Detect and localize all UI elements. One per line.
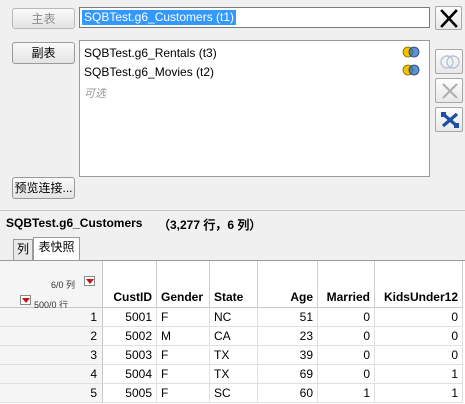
table-cell[interactable]: 5002 bbox=[103, 327, 157, 346]
column-header-label: Age bbox=[290, 290, 313, 304]
optional-hint: 可选 bbox=[84, 88, 106, 100]
table-cell[interactable]: 5003 bbox=[103, 346, 157, 365]
column-header-label: CustID bbox=[113, 290, 152, 304]
secondary-item[interactable]: SQBTest.g6_Rentals (t3) bbox=[84, 44, 217, 62]
table-cell[interactable]: F bbox=[157, 384, 210, 403]
table-cell[interactable]: 1 bbox=[318, 384, 375, 403]
table-cell[interactable]: F bbox=[157, 365, 210, 384]
column-header-label: Married bbox=[326, 290, 370, 304]
column-header-label: State bbox=[214, 290, 244, 304]
table-cell[interactable]: M bbox=[157, 327, 210, 346]
remove-all-button[interactable] bbox=[435, 107, 463, 132]
preview-join-button[interactable]: 预览连接... bbox=[12, 177, 75, 199]
remove-icon bbox=[442, 83, 458, 99]
table-cell[interactable]: F bbox=[157, 346, 210, 365]
table-cell[interactable]: 0 bbox=[318, 365, 375, 384]
table-cell[interactable]: 60 bbox=[258, 384, 318, 403]
data-grid[interactable]: 6/0 列 500/0 行 CustID Gender State Age Marrie… bbox=[0, 260, 465, 404]
cross-arrows-icon bbox=[441, 112, 459, 128]
primary-table-button[interactable]: 主表 bbox=[12, 8, 75, 29]
table-cell[interactable]: 0 bbox=[375, 346, 463, 365]
row-number[interactable]: 1 bbox=[0, 308, 103, 327]
table-cell[interactable]: 69 bbox=[258, 365, 318, 384]
secondary-table-list[interactable]: SQBTest.g6_Rentals (t3) SQBTest.g6_Movie… bbox=[79, 40, 430, 177]
secondary-item[interactable]: SQBTest.g6_Movies (t2) bbox=[84, 63, 214, 81]
table-cell[interactable]: 1 bbox=[375, 365, 463, 384]
primary-table-field[interactable]: SQBTest.g6_Customers (t1) bbox=[79, 7, 430, 28]
tab-snapshot[interactable]: 表快照 bbox=[33, 237, 80, 260]
column-header[interactable]: Married bbox=[318, 261, 375, 308]
row-menu-icon[interactable] bbox=[20, 295, 31, 305]
close-icon bbox=[440, 9, 458, 28]
divider bbox=[0, 210, 465, 211]
remove-table-button[interactable] bbox=[435, 78, 463, 103]
table-cell[interactable]: 5001 bbox=[103, 308, 157, 327]
table-cell[interactable]: 51 bbox=[258, 308, 318, 327]
venn-join-icon[interactable] bbox=[402, 64, 420, 76]
table-title: SQBTest.g6_Customers bbox=[6, 216, 143, 230]
table-cell[interactable]: 0 bbox=[375, 327, 463, 346]
grid-corner: 6/0 列 500/0 行 bbox=[0, 261, 103, 310]
column-header[interactable]: Gender bbox=[157, 261, 210, 308]
column-header[interactable]: KidsUnder12 bbox=[375, 261, 463, 308]
row-number[interactable]: 3 bbox=[0, 346, 103, 365]
table-cell[interactable]: F bbox=[157, 308, 210, 327]
table-cell[interactable]: 0 bbox=[318, 327, 375, 346]
table-cell[interactable]: 39 bbox=[258, 346, 318, 365]
secondary-table-button[interactable]: 副表 bbox=[12, 42, 75, 64]
join-settings-button[interactable] bbox=[435, 49, 463, 74]
table-cell[interactable]: TX bbox=[210, 365, 258, 384]
row-number[interactable]: 4 bbox=[0, 365, 103, 384]
table-cell[interactable]: 5004 bbox=[103, 365, 157, 384]
table-cell[interactable]: 0 bbox=[318, 308, 375, 327]
table-cell[interactable]: NC bbox=[210, 308, 258, 327]
table-cell[interactable]: 1 bbox=[375, 384, 463, 403]
column-count: 6/0 列 bbox=[51, 280, 76, 290]
table-meta: （3,277 行，6 列） bbox=[158, 218, 262, 232]
column-header[interactable]: State bbox=[210, 261, 258, 308]
table-cell[interactable]: 0 bbox=[375, 308, 463, 327]
venn-join-icon[interactable] bbox=[402, 46, 420, 58]
column-menu-icon[interactable] bbox=[84, 276, 95, 286]
column-header-label: KidsUnder12 bbox=[383, 290, 458, 304]
venn-disabled-icon bbox=[440, 55, 460, 69]
table-cell[interactable]: 23 bbox=[258, 327, 318, 346]
column-header-label: Gender bbox=[161, 290, 204, 304]
table-cell[interactable]: 5005 bbox=[103, 384, 157, 403]
row-number[interactable]: 5 bbox=[0, 384, 103, 403]
column-header[interactable]: Age bbox=[258, 261, 318, 308]
tab-columns[interactable]: 列 bbox=[13, 239, 33, 260]
primary-table-value: SQBTest.g6_Customers (t1) bbox=[82, 10, 237, 25]
table-cell[interactable]: TX bbox=[210, 346, 258, 365]
close-button[interactable] bbox=[435, 6, 462, 30]
table-cell[interactable]: 0 bbox=[318, 346, 375, 365]
column-header[interactable]: CustID bbox=[103, 261, 157, 308]
table-cell[interactable]: CA bbox=[210, 327, 258, 346]
table-cell[interactable]: SC bbox=[210, 384, 258, 403]
row-number[interactable]: 2 bbox=[0, 327, 103, 346]
